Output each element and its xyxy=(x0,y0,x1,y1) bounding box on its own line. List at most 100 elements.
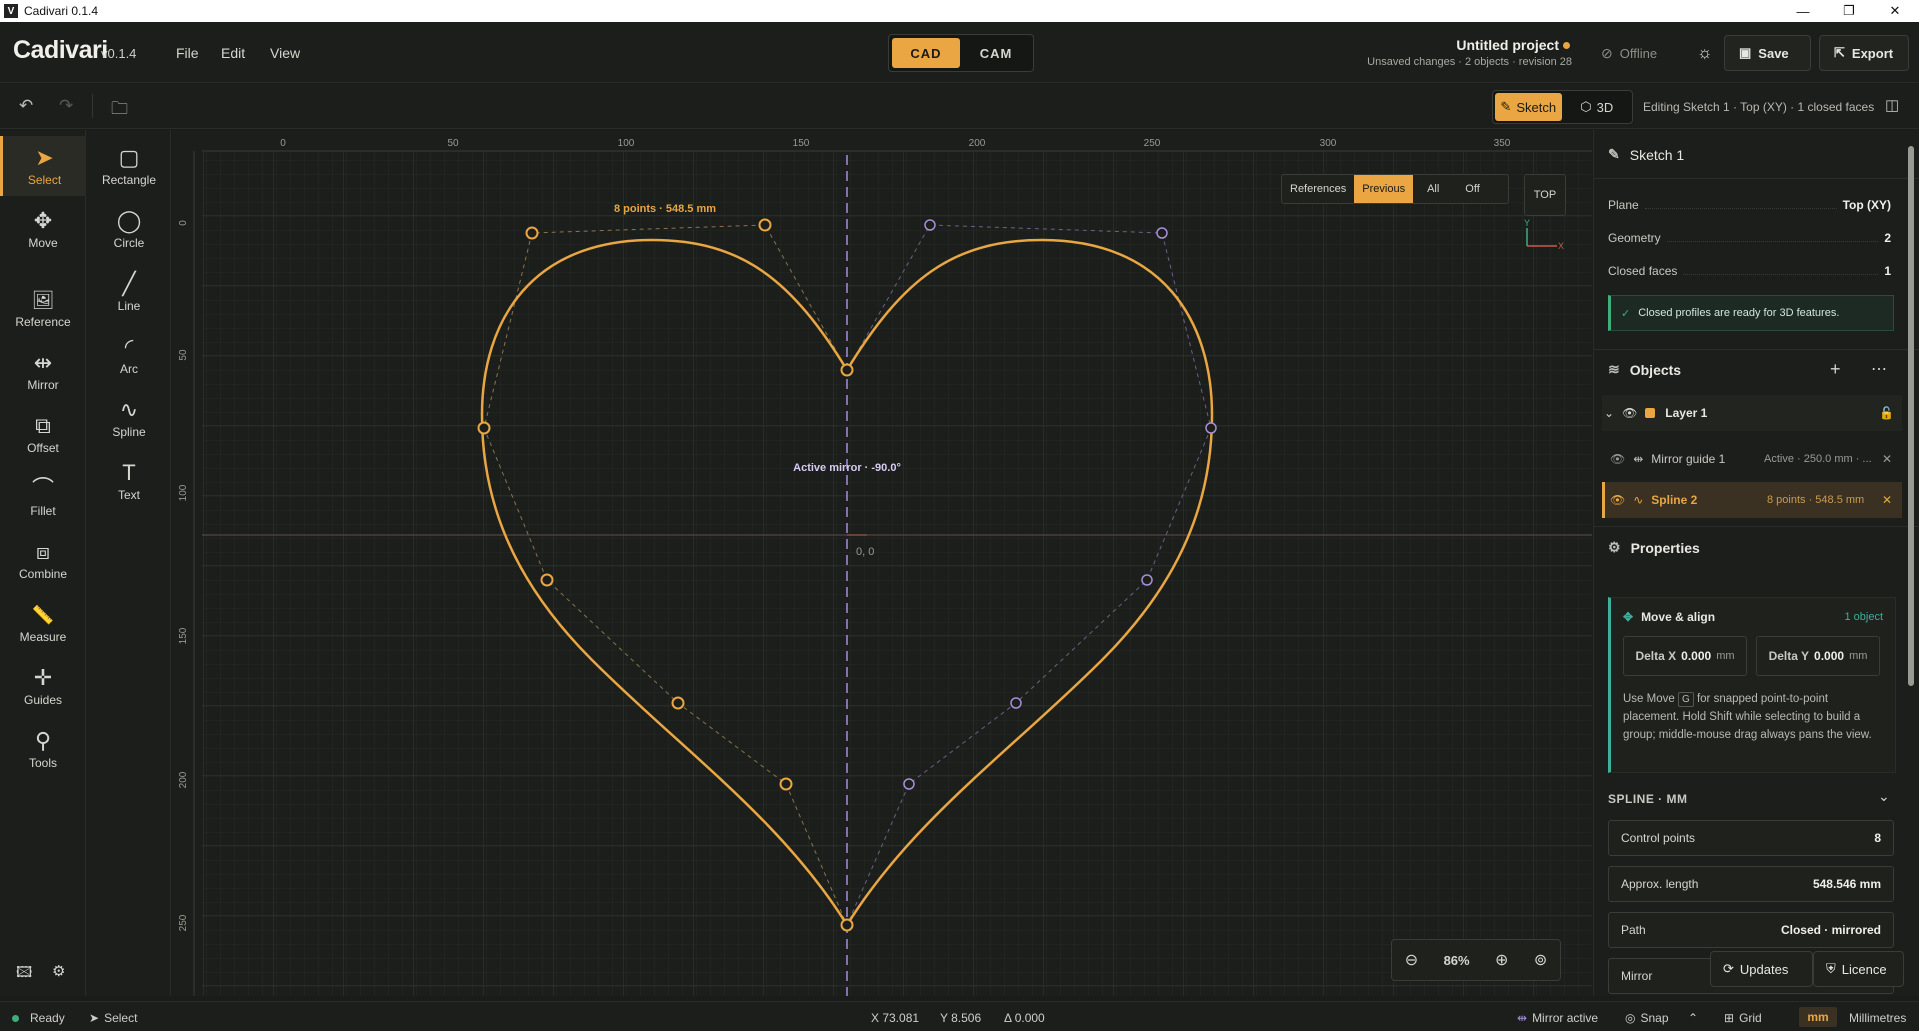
secondary-toolbar: ↶ ↷ 🗀 ✎ Sketch ⬡ 3D Editing Sketch 1 · T… xyxy=(0,84,1919,129)
menu-file[interactable]: File xyxy=(176,45,199,61)
zoom-controls: ⊖ 86% ⊕ ⊚ xyxy=(1391,939,1561,981)
tool-offset[interactable]: ⧉ Offset xyxy=(0,404,86,464)
rectangle-icon: ▢ xyxy=(118,144,140,170)
ready-status: Ready xyxy=(12,1011,65,1025)
restore-icon[interactable]: ❐ xyxy=(1826,0,1872,22)
shortcut-key: G xyxy=(1677,692,1694,707)
remove-icon[interactable]: ✕ xyxy=(1882,452,1892,466)
tool-arc[interactable]: ◜ Arc xyxy=(86,325,172,385)
window-title: Cadivari 0.1.4 xyxy=(24,4,99,18)
chevron-down-icon[interactable]: ⌄ xyxy=(1878,788,1890,805)
layer-color-swatch[interactable] xyxy=(1645,408,1656,418)
eye-icon[interactable]: 👁 xyxy=(1610,493,1625,507)
updates-button[interactable]: ⟳ Updates xyxy=(1710,951,1813,987)
unit-toggle[interactable]: mm xyxy=(1799,1007,1837,1027)
more-icon[interactable]: ⋯ xyxy=(1871,359,1887,379)
sliders-icon[interactable]: ⚙ xyxy=(52,962,65,980)
path-field[interactable]: Path Closed · mirrored xyxy=(1608,912,1894,948)
eye-icon[interactable]: 👁 xyxy=(1610,452,1625,466)
object-row-spline[interactable]: 👁 ∿ Spline 2 8 points · 548.5 mm ✕ xyxy=(1602,482,1902,518)
control-point[interactable] xyxy=(758,218,772,232)
export-button[interactable]: ⇱ Export xyxy=(1819,35,1909,71)
control-point[interactable] xyxy=(840,363,854,377)
tool-spline[interactable]: ∿ Spline xyxy=(86,388,172,448)
ref-mode-all[interactable]: All xyxy=(1413,175,1453,203)
view-cube-top[interactable]: TOP xyxy=(1524,174,1566,216)
tool-tools[interactable]: ⚲ Tools xyxy=(0,719,86,779)
ref-mode-previous[interactable]: Previous xyxy=(1354,175,1414,203)
sketch-canvas[interactable]: 0 50 100 150 200 250 300 350 0 50 100 15… xyxy=(172,130,1592,996)
tool-rectangle[interactable]: ▢ Rectangle xyxy=(86,136,172,196)
mode-cad-button[interactable]: CAD xyxy=(892,38,960,68)
zoom-in-icon[interactable]: ⊕ xyxy=(1495,950,1508,970)
layer-row[interactable]: ⌄ 👁 Layer 1 🔓 xyxy=(1602,395,1902,431)
cube-icon: ⬡ xyxy=(1580,99,1592,114)
control-points-field[interactable]: Control points 8 xyxy=(1608,820,1894,856)
geometry-row: Geometry 2 xyxy=(1608,231,1891,245)
control-point[interactable] xyxy=(525,226,539,240)
tool-circle[interactable]: ◯ Circle xyxy=(86,199,172,259)
approx-length-field[interactable]: Approx. length 548.546 mm xyxy=(1608,866,1894,902)
cursor-icon: ➤ xyxy=(89,1011,100,1025)
offset-icon: ⧉ xyxy=(35,412,51,438)
chevron-up-icon[interactable]: ⌃ xyxy=(1688,1011,1698,1025)
redo-icon[interactable]: ↷ xyxy=(59,96,73,116)
control-point[interactable] xyxy=(779,777,793,791)
grid xyxy=(202,152,1592,996)
snap-toggle[interactable]: ◎ Snap xyxy=(1625,1011,1669,1025)
delta-y-input[interactable]: Delta Y 0.000 mm xyxy=(1756,636,1880,676)
undo-icon[interactable]: ↶ xyxy=(19,96,33,116)
sketch-view-button[interactable]: ✎ Sketch xyxy=(1495,93,1562,121)
add-object-icon[interactable]: + xyxy=(1830,359,1841,380)
lock-icon[interactable]: 🔓 xyxy=(1879,406,1894,420)
object-row-mirror-guide[interactable]: 👁 ⇹ Mirror guide 1 Active · 250.0 mm · .… xyxy=(1602,441,1902,477)
zoom-out-icon[interactable]: ⊖ xyxy=(1405,950,1418,970)
open-folder-icon[interactable]: 🗀 xyxy=(111,96,128,125)
tool-select[interactable]: ➤ Select xyxy=(0,136,86,196)
tool-text[interactable]: T Text xyxy=(86,451,172,511)
status-bar: Ready ➤ Select X 73.081 Y 8.506 Δ 0.000 … xyxy=(0,1001,1919,1031)
licence-button[interactable]: ⛨ Licence xyxy=(1813,951,1904,987)
mirror-icon: ⇹ xyxy=(1633,452,1644,466)
tool-combine[interactable]: ⧈ Combine xyxy=(0,530,86,590)
editing-status: Editing Sketch 1 · Top (XY) · 1 closed f… xyxy=(1643,100,1875,114)
ref-mode-off[interactable]: Off xyxy=(1453,175,1491,203)
toggle-panel-icon[interactable]: ◫ xyxy=(1885,96,1899,114)
tool-guides[interactable]: ✛ Guides xyxy=(0,656,86,716)
tool-reference[interactable]: 🖼 Reference xyxy=(0,278,86,338)
spline-icon: ∿ xyxy=(1633,493,1644,507)
project-title: Untitled project xyxy=(1456,37,1559,53)
right-panel-scrollbar[interactable] xyxy=(1907,134,1915,992)
minimize-icon[interactable]: — xyxy=(1780,0,1826,22)
tool-mirror[interactable]: ⇹ Mirror xyxy=(0,341,86,401)
remove-icon[interactable]: ✕ xyxy=(1882,493,1892,507)
tool-fillet[interactable]: ⌒ Fillet xyxy=(0,467,86,527)
menu-edit[interactable]: Edit xyxy=(221,45,245,61)
control-point[interactable] xyxy=(840,918,854,932)
cursor-icon: ➤ xyxy=(35,144,54,170)
control-point[interactable] xyxy=(540,573,554,587)
mode-cam-button[interactable]: CAM xyxy=(962,38,1030,68)
fit-view-icon[interactable]: ⊚ xyxy=(1534,950,1547,970)
tool-move[interactable]: ✥ Move xyxy=(0,199,86,259)
control-point[interactable] xyxy=(671,696,685,710)
3d-view-button[interactable]: ⬡ 3D xyxy=(1564,93,1631,121)
menu-view[interactable]: View xyxy=(270,45,300,61)
close-window-icon[interactable]: ✕ xyxy=(1872,0,1918,22)
reference-mode-switch: References Previous All Off xyxy=(1281,174,1509,204)
delta-x-input[interactable]: Delta X 0.000 mm xyxy=(1623,636,1747,676)
control-point[interactable] xyxy=(477,421,491,435)
tool-line[interactable]: ╱ Line xyxy=(86,262,172,322)
image-settings-icon[interactable]: 🖾 xyxy=(16,962,32,987)
window-titlebar: V Cadivari 0.1.4 — ❐ ✕ xyxy=(0,0,1919,22)
chevron-down-icon[interactable]: ⌄ xyxy=(1604,406,1614,420)
mirror-active-toggle[interactable]: ⇹ Mirror active xyxy=(1517,1011,1598,1025)
eye-icon[interactable]: 👁 xyxy=(1622,406,1637,420)
refresh-icon: ⟳ xyxy=(1723,961,1734,976)
offline-status[interactable]: ⊘ Offline xyxy=(1587,35,1671,71)
grid-toggle[interactable]: ⊞ Grid xyxy=(1724,1011,1762,1025)
ref-mode-references[interactable]: References xyxy=(1282,175,1354,203)
tool-measure[interactable]: 📏 Measure xyxy=(0,593,86,653)
theme-toggle-icon[interactable]: ☼ xyxy=(1683,35,1727,71)
save-button[interactable]: ▣ Save xyxy=(1724,35,1811,71)
